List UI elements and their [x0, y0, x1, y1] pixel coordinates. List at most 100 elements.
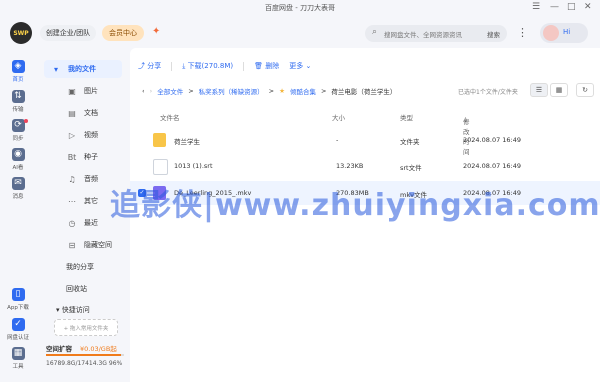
sidebar-item-hidden-space[interactable]: ⊟ 隐藏空间 — [44, 236, 122, 254]
create-enterprise-button[interactable]: 创建企业/团队 — [40, 25, 96, 41]
breadcrumb-separator: > — [320, 87, 327, 95]
window-title: 百度网盘 - 刀刀大表哥 — [265, 4, 335, 12]
close-icon[interactable]: ✕ — [584, 2, 592, 12]
download-label: 下载(270.8M) — [187, 62, 234, 70]
column-name[interactable]: 文件名 — [160, 112, 180, 122]
file-size: 13.23KB — [336, 162, 364, 170]
sidebar-item-torrents[interactable]: Bt 种子 — [44, 148, 122, 166]
file-type: 文件夹 — [400, 138, 420, 146]
chevron-down-icon: ▾ — [53, 64, 58, 74]
search-icon: ⌕ — [372, 27, 378, 37]
sidebar-item-quick-access[interactable]: ▾ 快捷访问 — [56, 305, 90, 315]
srt-file-icon — [153, 159, 168, 175]
sidebar-item-images[interactable]: ▣ 图片 — [44, 82, 122, 100]
storage-usage-bar — [46, 354, 124, 356]
breadcrumb-item[interactable]: 倾酷合集 — [290, 86, 316, 96]
table-row[interactable]: 1013 (1).srt 13.23KB srt文件 2024.08.07 16… — [130, 154, 600, 178]
breadcrumb-current: 荷兰电影（荷兰学生） — [331, 88, 397, 96]
torrent-icon: Bt — [67, 152, 77, 162]
sidebar-item-my-share[interactable]: 我的分享 — [66, 262, 94, 272]
breadcrumb-separator: > — [268, 87, 275, 95]
rail-messages[interactable]: ✉ 消息 — [0, 177, 36, 200]
search-input[interactable]: ⌕ 搜网盘文件、全网资源资讯 搜索 — [365, 25, 507, 42]
breadcrumb: ‹ › 全部文件 > 私奖系列（稀缺资源） > ★ 倾酷合集 > 荷兰电影（荷兰学生） — [142, 86, 401, 96]
audio-icon: ♫ — [68, 174, 76, 184]
left-rail: ◈ 首页 ⇅ 传输 ⟳ 同步 ◉ AI看 ✉ 消息 ▯ App下载 ✓ 网盘认证… — [0, 48, 36, 382]
trash-icon: 🗑 — [254, 62, 266, 70]
rail-ai[interactable]: ◉ AI看 — [0, 148, 36, 171]
sidebar-item-recycle-bin[interactable]: 回收站 — [66, 284, 87, 294]
rail-home[interactable]: ◈ 首页 — [0, 60, 36, 83]
sidebar-item-label: 其它 — [84, 197, 98, 205]
watermark: 追影侠|www.zhuiyingxia.com — [110, 188, 600, 223]
rail-app-download[interactable]: ▯ App下载 — [0, 288, 36, 311]
grid-view-icon[interactable]: ▦ — [550, 83, 568, 97]
storage-usage-amount: 16789.8G/17414.3G — [46, 360, 107, 367]
breadcrumb-item[interactable]: 私奖系列（稀缺资源） — [199, 86, 264, 96]
file-modified: 2024.08.07 16:49 — [463, 136, 522, 144]
file-size: - — [336, 136, 339, 144]
column-size[interactable]: 大小 — [332, 112, 345, 122]
share-label: 分享 — [147, 62, 162, 70]
rail-transfer[interactable]: ⇅ 传输 — [0, 90, 36, 113]
folder-icon — [153, 133, 166, 147]
search-button[interactable]: 搜索 — [487, 29, 500, 39]
sync-icon: ⟳ — [11, 119, 25, 132]
share-icon: ⤴ — [138, 62, 148, 70]
app-download-icon: ▯ — [11, 288, 25, 301]
image-icon: ▣ — [68, 86, 76, 96]
refresh-icon[interactable]: ↻ — [576, 83, 594, 97]
delete-label: 删除 — [265, 62, 280, 70]
user-profile-button[interactable]: Hi — [540, 23, 588, 43]
rail-label: 同步 — [12, 136, 24, 142]
file-name[interactable]: 1013 (1).srt — [174, 162, 213, 170]
sidebar-item-videos[interactable]: ▷ 视频 — [44, 126, 122, 144]
sidebar-item-label: 隐藏空间 — [84, 241, 112, 249]
selection-status: 已选中1个文件/文件夹 — [458, 89, 518, 96]
space-expand-label: 空间扩容 — [46, 345, 72, 353]
menu-icon[interactable]: ☰ — [532, 2, 540, 12]
column-type[interactable]: 类型 — [400, 112, 413, 122]
rail-sync[interactable]: ⟳ 同步 — [0, 119, 36, 142]
sidebar-item-my-files[interactable]: ▾ 我的文件 — [44, 60, 122, 78]
list-view-icon[interactable]: ☰ — [530, 83, 548, 97]
game-icon[interactable]: ✦ — [152, 26, 160, 37]
rail-label: 工具 — [12, 364, 24, 370]
file-name[interactable]: 荷兰学生 — [174, 136, 200, 146]
space-expand-price: ¥0.03/GB起 — [80, 345, 117, 353]
forward-icon[interactable]: › — [150, 87, 153, 95]
more-options-icon[interactable]: ⋮ — [517, 26, 528, 39]
rail-tools[interactable]: ▦ 工具 — [0, 347, 36, 370]
user-greeting: Hi — [563, 28, 571, 36]
recent-icon: ◷ — [68, 218, 76, 228]
download-button[interactable]: ⤓ 下载(270.8M) — [182, 61, 233, 71]
add-quick-access-button[interactable]: + 拖入常用文件夹 — [54, 319, 118, 336]
sidebar-item-documents[interactable]: ▤ 文档 — [44, 104, 122, 122]
quick-access-label: 快捷访问 — [61, 306, 90, 314]
rail-verify[interactable]: ✓ 网盘认证 — [0, 318, 36, 341]
toolbar-divider — [243, 61, 245, 71]
back-icon[interactable]: ‹ — [142, 87, 145, 95]
home-icon: ◈ — [11, 60, 25, 73]
title-bar: 百度网盘 - 刀刀大表哥 ☰ — □ ✕ — [0, 0, 600, 17]
more-label: 更多 — [289, 62, 304, 70]
table-row[interactable]: 荷兰学生 - 文件夹 2024.08.07 16:49 — [130, 128, 600, 152]
maximize-icon[interactable]: □ — [567, 2, 576, 12]
delete-button[interactable]: 🗑 删除 — [254, 61, 279, 71]
breadcrumb-item[interactable]: 全部文件 — [157, 86, 183, 96]
rail-label: 传输 — [12, 107, 24, 113]
video-icon: ▷ — [68, 130, 76, 140]
more-button[interactable]: 更多 ⌄ — [289, 61, 311, 71]
sidebar-item-label: 最近 — [84, 219, 98, 227]
share-button[interactable]: ⤴ 分享 — [138, 61, 161, 71]
document-icon: ▤ — [68, 108, 76, 118]
user-avatar-icon — [543, 25, 559, 41]
verify-icon: ✓ — [11, 318, 25, 331]
table-header: 文件名 大小 类型 修改时间 ↓ — [130, 108, 600, 156]
sidebar-item-label: 我的文件 — [68, 65, 96, 73]
vip-center-button[interactable]: 会员中心 — [102, 25, 144, 41]
sidebar-item-label: 图片 — [84, 87, 98, 95]
minimize-icon[interactable]: — — [550, 2, 559, 12]
rail-label: 首页 — [12, 77, 24, 83]
avatar[interactable]: SWP — [10, 22, 32, 44]
